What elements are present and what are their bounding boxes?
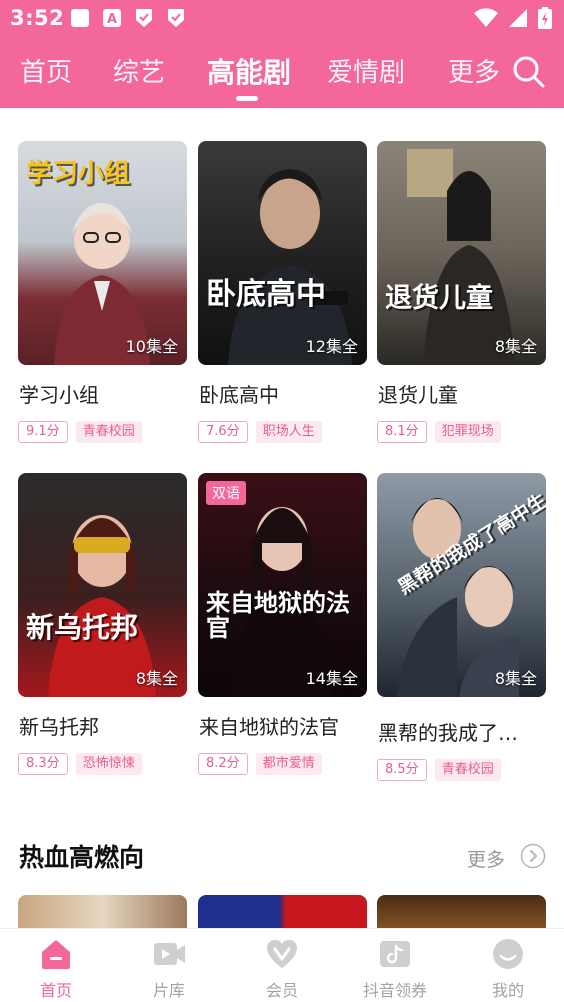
drama-tags: 9.1分 青春校园 [18,421,142,443]
episode-count: 8集全 [135,669,178,688]
nav-vip[interactable]: 会员 [237,929,327,1002]
search-icon[interactable] [512,55,546,89]
drama-title[interactable]: 学习小组 [19,379,99,408]
home-icon [39,937,73,971]
section-more-link[interactable]: 更多 [467,845,505,872]
system-icons [474,7,552,33]
episode-count: 10集全 [125,337,178,356]
genre-tag: 犯罪现场 [434,421,501,443]
status-time: 3:52 [10,6,65,30]
bottom-navigation: 首页 片库 会员 抖音领券 我的 [0,928,564,1002]
rating-badge: 8.3分 [18,753,68,775]
douyin-coupon-icon [378,937,412,971]
poster-title-art: 退货儿童 [385,283,493,314]
poster-image[interactable]: 双语 来自地狱的法官 14集全 [198,473,367,697]
notification-a-icon: A [102,8,122,28]
svg-text:A: A [107,12,117,27]
drama-title[interactable]: 卧底高中 [199,379,279,408]
chevron-right-icon[interactable] [520,843,546,869]
nav-label: 抖音领券 [362,981,427,1000]
poster-title-art: 新乌托邦 [26,611,139,644]
notification-square-icon [70,8,90,28]
episode-count: 8集全 [494,337,537,356]
drama-title[interactable]: 退货儿童 [378,379,458,408]
tab-more[interactable]: 更多 [448,52,500,89]
drama-tags: 8.2分 都市爱情 [198,753,322,775]
video-library-icon [152,937,186,971]
genre-tag: 都市爱情 [255,753,322,775]
poster-title-art: 卧底高中 [206,277,326,312]
drama-tags: 7.6分 职场人生 [198,421,322,443]
tab-variety[interactable]: 综艺 [113,52,165,89]
genre-tag: 青春校园 [75,421,142,443]
drama-tags: 8.1分 犯罪现场 [377,421,501,443]
drama-tags: 8.3分 恐怖惊悚 [18,753,142,775]
drama-title[interactable]: 新乌托邦 [19,711,99,740]
poster-image[interactable]: 新乌托邦 8集全 [18,473,187,697]
genre-tag: 青春校园 [434,759,501,781]
nav-library[interactable]: 片库 [124,929,214,1002]
episode-count: 8集全 [494,669,537,688]
episode-count: 14集全 [305,669,358,688]
tab-romance-drama[interactable]: 爱情剧 [327,52,405,89]
tab-high-energy-drama[interactable]: 高能剧 [207,51,291,91]
drama-tags: 8.5分 青春校园 [377,759,501,781]
rating-badge: 9.1分 [18,421,68,443]
episode-count: 12集全 [305,337,358,356]
profile-face-icon [491,937,525,971]
poster-title-art: 学习小组 [26,159,131,189]
rating-badge: 8.2分 [198,753,248,775]
drama-title[interactable]: 黑帮的我成了… [378,717,518,746]
nav-profile[interactable]: 我的 [463,929,553,1002]
vip-heart-icon [265,937,299,971]
poster-title-art: 来自地狱的法官 [206,589,350,643]
nav-label: 我的 [491,981,524,1000]
nav-douyin-coupon[interactable]: 抖音领券 [350,929,440,1002]
status-bar: 3:52 A [0,0,564,38]
rating-badge: 8.5分 [377,759,427,781]
rating-badge: 7.6分 [198,421,248,443]
nav-label: 片库 [152,981,185,1000]
shield-check-icon [166,8,186,28]
rating-badge: 8.1分 [377,421,427,443]
nav-label: 会员 [265,981,298,1000]
nav-home[interactable]: 首页 [11,929,101,1002]
category-tabs: 首页 综艺 高能剧 爱情剧 更多 [0,52,564,102]
shield-check-icon [134,8,154,28]
top-header: 3:52 A 首页 综艺 高能剧 爱情剧 更多 [0,0,564,108]
battery-icon [538,7,552,33]
tab-home[interactable]: 首页 [20,52,72,89]
drama-title[interactable]: 来自地狱的法官 [199,711,339,740]
section-title: 热血高燃向 [19,843,145,872]
genre-tag: 职场人生 [255,421,322,443]
poster-image[interactable]: 学习小组 10集全 [18,141,187,365]
poster-image[interactable]: 黑帮的我成了高中生 8集全 [377,473,546,697]
notification-icons: A [70,8,186,28]
poster-image[interactable]: 卧底高中 12集全 [198,141,367,365]
bilingual-badge: 双语 [206,481,246,505]
active-tab-indicator [236,96,258,101]
signal-icon [508,8,528,32]
genre-tag: 恐怖惊悚 [75,753,142,775]
wifi-icon [474,8,498,32]
poster-image[interactable]: 退货儿童 8集全 [377,141,546,365]
nav-label: 首页 [39,981,72,1000]
